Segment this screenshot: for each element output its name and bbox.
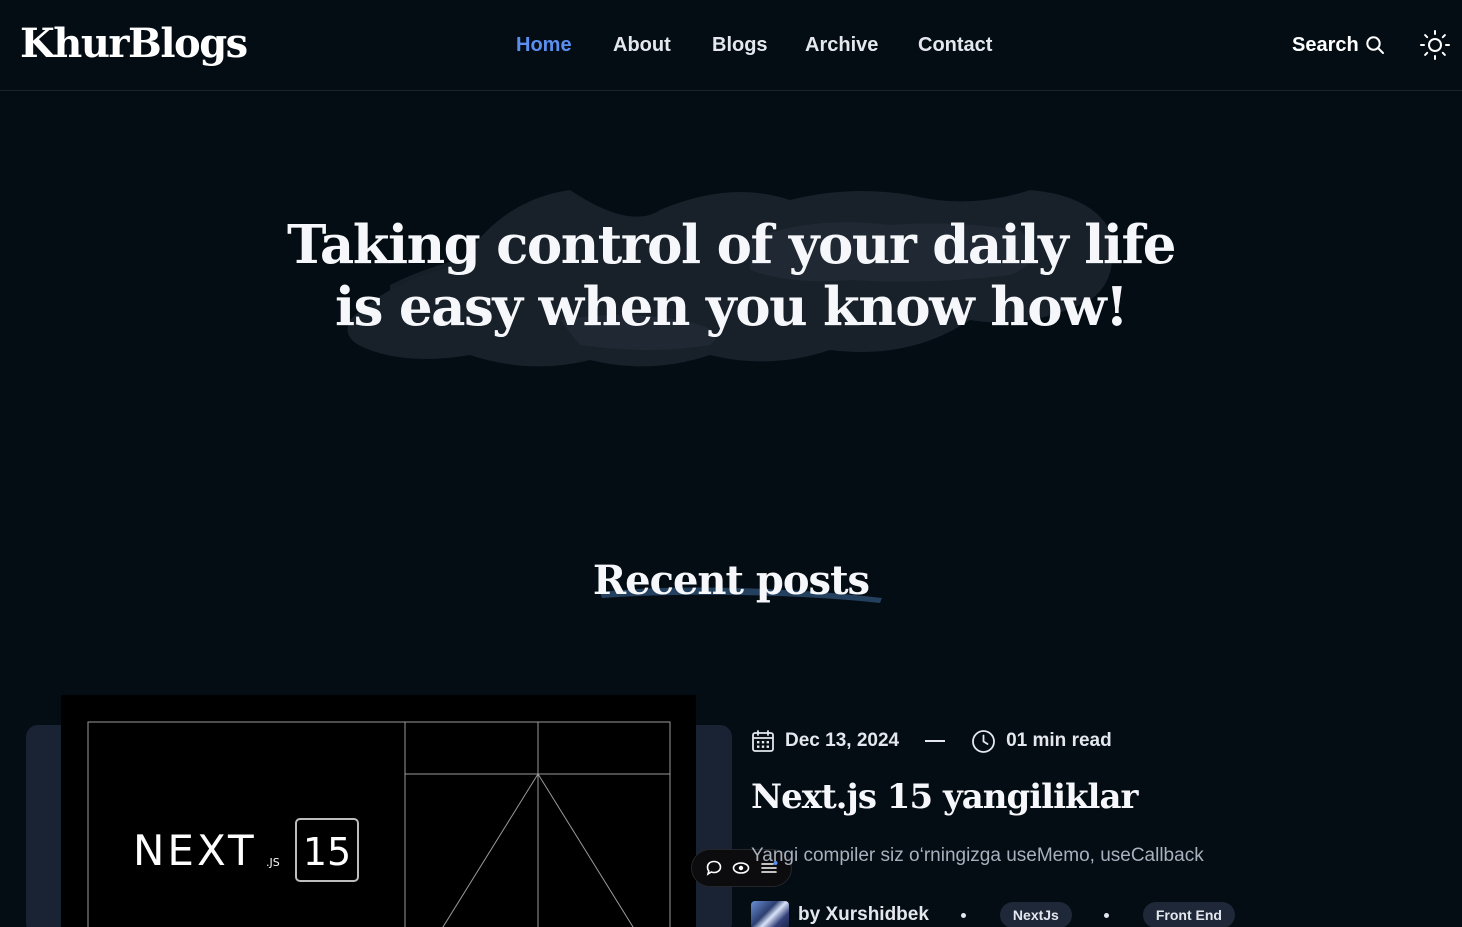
post-title[interactable]: Next.js 15 yangiliklar	[751, 774, 1138, 820]
post-thumbnail[interactable]: NEXT .JS 15	[61, 695, 696, 927]
post-footer: by Xurshidbek NextJs Front End	[751, 900, 1235, 927]
site-header: KhurBlogs Home About Blogs Archive Conta…	[0, 0, 1462, 91]
brand-text: NEXT	[133, 826, 257, 875]
read-time: 01 min read	[1006, 730, 1112, 751]
clock-icon	[971, 729, 996, 754]
nav-home[interactable]: Home	[516, 30, 572, 60]
tag-nextjs[interactable]: NextJs	[999, 902, 1072, 927]
nav-blogs[interactable]: Blogs	[712, 30, 768, 60]
search-button[interactable]: Search	[1292, 30, 1385, 60]
tag-front-end[interactable]: Front End	[1142, 902, 1235, 927]
brand-suffix-text: .JS	[266, 856, 280, 869]
author-name[interactable]: by Xurshidbek	[798, 904, 929, 926]
eye-icon[interactable]	[732, 859, 750, 877]
hero-line-2: is easy when you know how!	[334, 276, 1129, 338]
bullet-separator	[1103, 912, 1109, 918]
search-icon	[1365, 35, 1385, 55]
nav-about[interactable]: About	[613, 30, 671, 60]
main-nav: Home About Blogs Archive Contact	[0, 30, 1462, 60]
sun-icon	[1418, 30, 1452, 66]
avatar	[751, 901, 789, 927]
version-text: 15	[303, 830, 351, 874]
nav-contact[interactable]: Contact	[918, 30, 992, 60]
calendar-icon	[751, 729, 775, 753]
page: KhurBlogs Home About Blogs Archive Conta…	[0, 0, 1462, 927]
section-title: Recent posts	[592, 557, 870, 604]
nav-archive[interactable]: Archive	[805, 30, 878, 60]
post-excerpt: Yangi compiler siz o‘rningizga useMemo, …	[751, 845, 1204, 866]
nextjs-graphic: NEXT .JS 15	[87, 721, 671, 927]
search-label: Search	[1292, 34, 1359, 56]
meta-separator	[925, 740, 946, 742]
post-date: Dec 13, 2024	[785, 730, 900, 751]
hero-line-1: Taking control of your daily life	[287, 214, 1176, 276]
bullet-separator	[960, 912, 966, 918]
comment-icon[interactable]	[705, 859, 723, 877]
hero-title: Taking control of your daily life is eas…	[231, 214, 1231, 338]
post-meta: Dec 13, 2024 01 min read	[751, 726, 1112, 756]
theme-toggle-button[interactable]	[1418, 28, 1452, 62]
